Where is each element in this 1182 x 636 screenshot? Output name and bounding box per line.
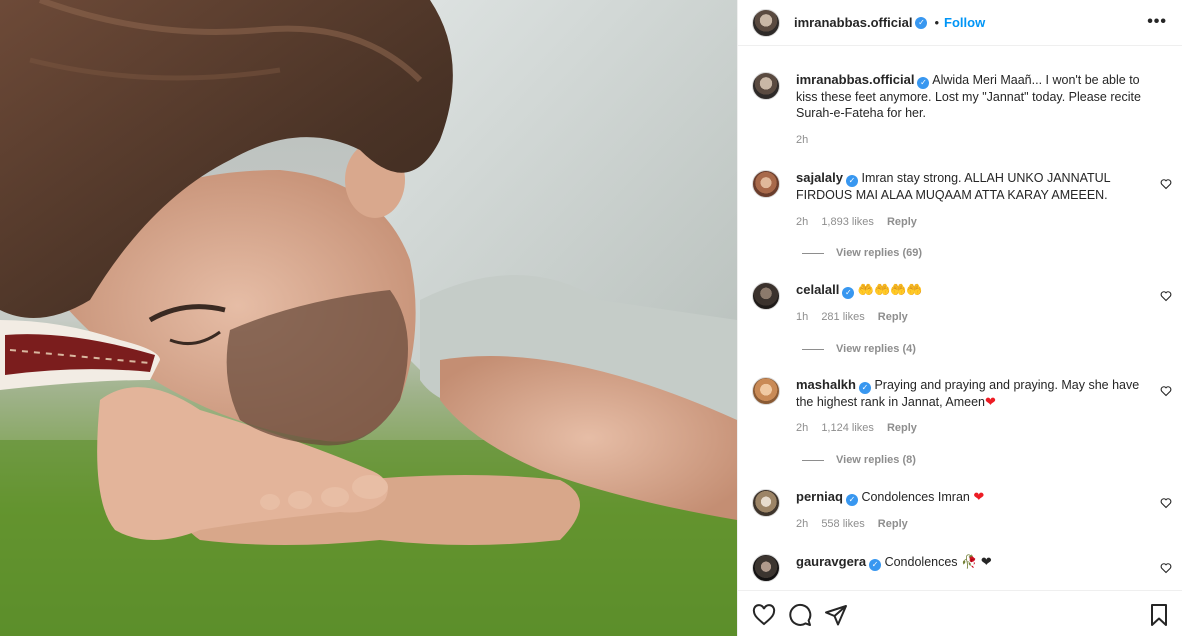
comment-item: perniaq ✓ Condolences Imran ❤ 2h 558 like… xyxy=(752,489,1172,537)
avatar[interactable] xyxy=(752,170,780,198)
caption-time[interactable]: 2h xyxy=(796,134,808,146)
view-replies-button[interactable]: View replies (8) xyxy=(802,454,916,466)
reply-button[interactable]: Reply xyxy=(887,422,917,434)
comment-username[interactable]: gauravgera xyxy=(796,554,866,569)
comment-bubble-icon[interactable] xyxy=(788,603,812,627)
bookmark-icon[interactable] xyxy=(1147,603,1171,627)
replies-divider xyxy=(802,348,824,350)
post-photo[interactable] xyxy=(0,0,737,636)
verified-badge-icon: ✓ xyxy=(858,382,871,394)
avatar[interactable] xyxy=(752,377,780,405)
red-heart-emoji: ❤ xyxy=(973,489,985,504)
comment-item: gauravgera ✓ Condolences 🥀 ❤ xyxy=(752,554,1172,586)
caption: imranabbas.official ✓ Alwida Meri Maañ...… xyxy=(752,72,1172,152)
comment-likes[interactable]: 1,124 likes xyxy=(821,422,874,434)
comment-meta: 1h 281 likes Reply xyxy=(796,311,918,323)
comment-body: gauravgera ✓ Condolences 🥀 ❤ xyxy=(796,554,1144,571)
post-action-bar xyxy=(738,590,1182,636)
like-comment-heart-icon[interactable] xyxy=(1160,178,1172,190)
comment-item: celalall ✓ 🤲🤲🤲🤲 1h 281 likes Reply View r… xyxy=(752,282,1172,362)
follow-button[interactable]: Follow xyxy=(944,15,985,30)
comment-meta: 2h 558 likes Reply xyxy=(796,518,918,530)
caption-username[interactable]: imranabbas.official xyxy=(796,72,914,87)
post-photo-illustration xyxy=(0,0,737,636)
verified-badge-icon: ✓ xyxy=(869,559,882,571)
comment-body: mashalkh ✓ Praying and praying and prayin… xyxy=(796,377,1144,410)
like-comment-heart-icon[interactable] xyxy=(1160,290,1172,302)
separator-dot: • xyxy=(934,15,940,30)
like-comment-heart-icon[interactable] xyxy=(1160,497,1172,509)
reply-button[interactable]: Reply xyxy=(887,216,917,228)
comment-time[interactable]: 2h xyxy=(796,216,808,228)
comment-username[interactable]: mashalkh xyxy=(796,377,856,392)
avatar[interactable] xyxy=(752,8,780,37)
view-replies-label: View replies (8) xyxy=(836,454,916,466)
comment-username[interactable]: celalall xyxy=(796,282,839,297)
replies-divider xyxy=(802,459,824,461)
comment-meta: 2h 1,124 likes Reply xyxy=(796,422,927,434)
avatar[interactable] xyxy=(752,489,780,517)
like-comment-heart-icon[interactable] xyxy=(1160,385,1172,397)
reply-button[interactable]: Reply xyxy=(878,518,908,530)
replies-divider xyxy=(802,252,824,254)
comment-text: Condolences Imran xyxy=(861,490,970,504)
comment-username[interactable]: perniaq xyxy=(796,489,843,504)
avatar[interactable] xyxy=(752,72,780,100)
avatar[interactable] xyxy=(752,554,780,582)
comments-list[interactable]: imranabbas.official ✓ Alwida Meri Maañ...… xyxy=(738,46,1182,586)
post-header: imranabbas.official ✓ • Follow ••• xyxy=(738,0,1182,46)
comment-time[interactable]: 2h xyxy=(796,518,808,530)
heart-outline-icon[interactable] xyxy=(752,603,776,627)
view-replies-label: View replies (4) xyxy=(836,343,916,355)
comment-text: Imran stay strong. ALLAH UNKO JANNATUL F… xyxy=(796,171,1111,202)
paper-plane-icon[interactable] xyxy=(824,603,848,627)
verified-badge-icon: ✓ xyxy=(917,77,930,89)
comment-username[interactable]: sajalaly xyxy=(796,170,843,185)
comment-item: sajalaly ✓ Imran stay strong. ALLAH UNKO … xyxy=(752,170,1172,260)
view-replies-button[interactable]: View replies (4) xyxy=(802,343,916,355)
reply-button[interactable]: Reply xyxy=(878,311,908,323)
view-replies-label: View replies (69) xyxy=(836,247,923,259)
more-options-icon[interactable]: ••• xyxy=(1147,14,1167,30)
comment-likes[interactable]: 558 likes xyxy=(821,518,864,530)
comment-time[interactable]: 2h xyxy=(796,422,808,434)
comment-likes[interactable]: 1,893 likes xyxy=(821,216,874,228)
comment-text: Condolences xyxy=(884,555,958,569)
comment-likes[interactable]: 281 likes xyxy=(821,311,864,323)
comment-body: perniaq ✓ Condolences Imran ❤ xyxy=(796,489,1144,506)
caption-body: imranabbas.official ✓ Alwida Meri Maañ...… xyxy=(796,72,1144,121)
like-comment-heart-icon[interactable] xyxy=(1160,562,1172,574)
comment-meta: 2h 1,893 likes Reply xyxy=(796,216,927,228)
comment-item: mashalkh ✓ Praying and praying and prayin… xyxy=(752,377,1172,467)
comment-body: celalall ✓ 🤲🤲🤲🤲 xyxy=(796,282,1144,299)
verified-badge-icon: ✓ xyxy=(915,16,928,29)
comment-time[interactable]: 1h xyxy=(796,311,808,323)
caption-meta: 2h xyxy=(796,134,818,146)
view-replies-button[interactable]: View replies (69) xyxy=(802,247,922,259)
verified-badge-icon: ✓ xyxy=(845,494,858,506)
instagram-post-view: imranabbas.official ✓ • Follow ••• imran… xyxy=(0,0,1182,636)
comment-body: sajalaly ✓ Imran stay strong. ALLAH UNKO … xyxy=(796,170,1144,203)
post-side-panel: imranabbas.official ✓ • Follow ••• imran… xyxy=(737,0,1182,636)
red-heart-emoji: ❤ xyxy=(985,394,996,409)
verified-badge-icon: ✓ xyxy=(842,287,855,299)
verified-badge-icon: ✓ xyxy=(846,175,858,187)
praying-hands-emoji: 🤲🤲🤲🤲 xyxy=(857,282,923,297)
post-author-username[interactable]: imranabbas.official xyxy=(794,15,912,30)
rose-heart-emoji: 🥀 ❤ xyxy=(961,554,992,569)
avatar[interactable] xyxy=(752,282,780,310)
